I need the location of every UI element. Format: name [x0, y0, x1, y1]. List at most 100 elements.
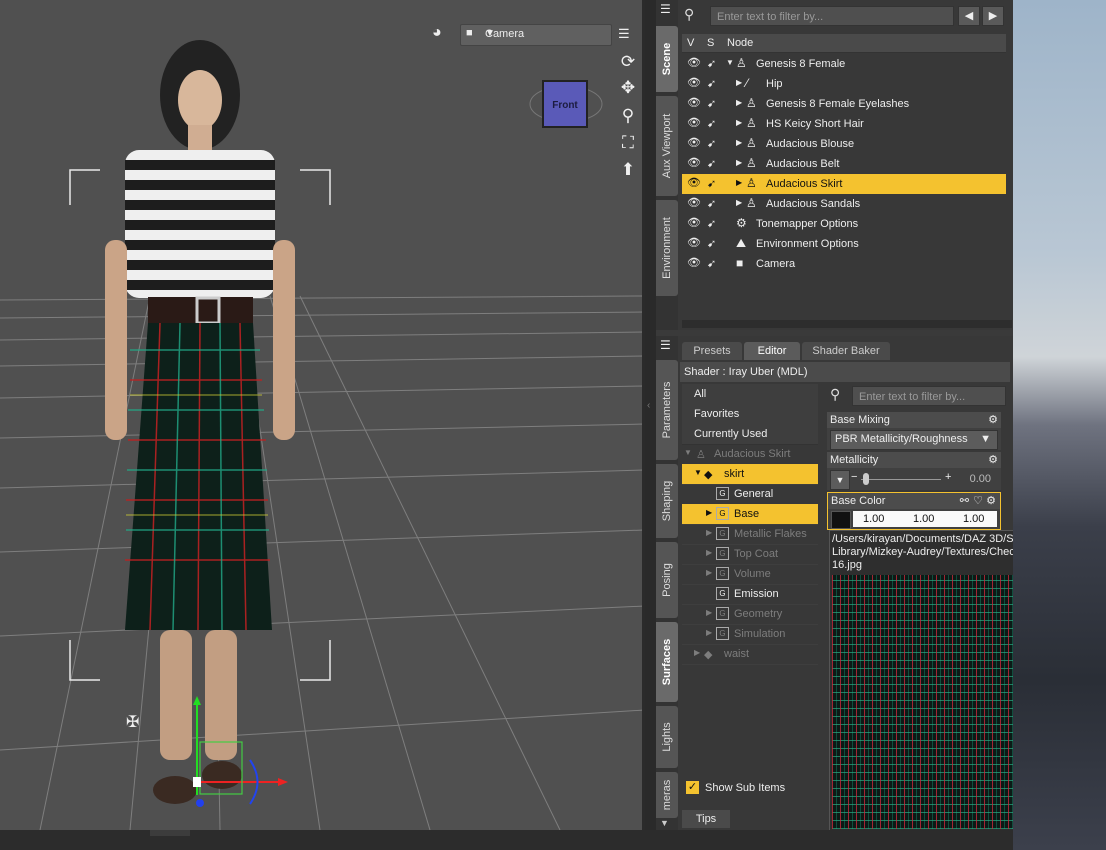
tree-metallic-flakes[interactable]: ▶ G Metallic Flakes: [682, 524, 818, 545]
viewport-menu-icon[interactable]: ☰: [618, 26, 638, 42]
collapse-handle[interactable]: ‹: [647, 400, 650, 411]
scene-filter-input[interactable]: Enter text to filter by...: [710, 6, 954, 26]
scene-node-belt[interactable]: 👁 ➹ ▶ ♙ Audacious Belt: [682, 154, 1006, 174]
view-cube[interactable]: Front: [528, 70, 604, 136]
gear-icon[interactable]: ⚙: [986, 493, 996, 509]
camera-selector[interactable]: ■ Camera ▼: [460, 24, 612, 46]
pan-icon[interactable]: ✥: [616, 76, 640, 100]
scroll-down-icon[interactable]: ▼: [660, 818, 669, 828]
blue-value[interactable]: 1.00: [963, 513, 984, 525]
tree-simulation[interactable]: ▶ G Simulation: [682, 624, 818, 645]
group-currently-used[interactable]: Currently Used: [682, 424, 818, 445]
frame-icon[interactable]: ⛶: [616, 131, 640, 155]
checkbox-checked-icon[interactable]: ✓: [686, 781, 699, 794]
texture-map-thumbnail[interactable]: [831, 511, 851, 529]
show-sub-items[interactable]: ✓ Show Sub Items: [686, 780, 816, 798]
tree-base[interactable]: ▶ G Base: [682, 504, 818, 525]
metallicity-slider[interactable]: − +: [851, 471, 951, 486]
eye-icon[interactable]: 👁: [687, 76, 701, 89]
splitter-handle[interactable]: [150, 830, 190, 836]
tree-volume[interactable]: ▶ G Volume: [682, 564, 818, 585]
scene-node-sandals[interactable]: 👁 ➹ ▶ ♙ Audacious Sandals: [682, 194, 1006, 214]
figure-pose-icon[interactable]: ✠: [126, 712, 139, 732]
tree-waist[interactable]: ▶ ◆ waist: [682, 644, 818, 665]
scene-node-genesis-8-female[interactable]: 👁 ➹ ▼ ♙ Genesis 8 Female: [682, 54, 1006, 74]
gear-icon[interactable]: ⚙: [988, 452, 998, 468]
selectable-icon[interactable]: ➹: [707, 97, 716, 110]
eye-icon[interactable]: 👁: [687, 136, 701, 149]
link-icon[interactable]: ⚯: [960, 493, 969, 509]
tab-cameras[interactable]: meras: [656, 772, 678, 818]
tab-presets[interactable]: Presets: [682, 342, 742, 360]
pane-menu-icon[interactable]: ☰: [660, 2, 671, 16]
eye-icon[interactable]: 👁: [687, 236, 701, 249]
expand-icon[interactable]: ▶: [736, 158, 742, 167]
metallicity-value[interactable]: 0.00: [970, 473, 991, 485]
selectable-icon[interactable]: ➹: [707, 237, 716, 250]
draw-style-icon[interactable]: ◕: [432, 24, 456, 46]
aim-icon[interactable]: ⬆: [616, 158, 640, 182]
tab-environment[interactable]: Environment: [656, 200, 678, 296]
selectable-icon[interactable]: ➹: [707, 197, 716, 210]
zoom-icon[interactable]: ⚲: [616, 104, 640, 128]
scene-node-eyelashes[interactable]: 👁 ➹ ▶ ♙ Genesis 8 Female Eyelashes: [682, 94, 1006, 114]
next-arrow-icon[interactable]: ▶: [982, 6, 1004, 26]
tree-audacious-skirt[interactable]: ▼ ♙ Audacious Skirt: [682, 444, 818, 465]
tab-editor[interactable]: Editor: [744, 342, 800, 360]
tab-posing[interactable]: Posing: [656, 542, 678, 618]
favorite-icon[interactable]: ♡: [973, 493, 983, 509]
color-rgb-field[interactable]: 1.00 1.00 1.00: [853, 511, 997, 527]
panel-divider[interactable]: ‹: [645, 0, 656, 830]
scene-node-skirt[interactable]: 👁 ➹ ▶ ♙ Audacious Skirt: [682, 174, 1006, 194]
3d-viewport[interactable]: ◕ ■ Camera ▼ ☰ Front ⟳ ✥ ⚲ ⛶ ⬆ ✠: [0, 0, 645, 830]
tips-tab[interactable]: Tips: [682, 810, 730, 828]
tab-lights[interactable]: Lights: [656, 706, 678, 768]
tree-geometry[interactable]: ▶ G Geometry: [682, 604, 818, 625]
col-visible[interactable]: V: [687, 37, 694, 49]
tab-aux-viewport[interactable]: Aux Viewport: [656, 96, 678, 196]
selectable-icon[interactable]: ➹: [707, 217, 716, 230]
tree-general[interactable]: G General: [682, 484, 818, 505]
selectable-icon[interactable]: ➹: [707, 157, 716, 170]
scene-node-hair[interactable]: 👁 ➹ ▶ ♙ HS Keicy Short Hair: [682, 114, 1006, 134]
expand-icon[interactable]: ▶: [736, 78, 742, 87]
tab-scene[interactable]: Scene: [656, 26, 678, 92]
eye-icon[interactable]: 👁: [687, 196, 701, 209]
group-favorites[interactable]: Favorites: [682, 404, 818, 425]
base-mixing-dropdown[interactable]: PBR Metallicity/Roughness ▼: [830, 430, 998, 450]
pane-menu-icon[interactable]: ☰: [660, 338, 671, 352]
gear-icon[interactable]: ⚙: [988, 412, 998, 428]
tree-top-coat[interactable]: ▶ G Top Coat: [682, 544, 818, 565]
eye-icon[interactable]: 👁: [687, 176, 701, 189]
eye-icon[interactable]: 👁: [687, 156, 701, 169]
tree-skirt[interactable]: ▼ ◆ skirt: [682, 464, 818, 485]
expand-icon[interactable]: ▶: [736, 178, 742, 187]
selectable-icon[interactable]: ➹: [707, 257, 716, 270]
expand-icon[interactable]: ▶: [736, 98, 742, 107]
tab-parameters[interactable]: Parameters: [656, 360, 678, 460]
eye-icon[interactable]: 👁: [687, 116, 701, 129]
expand-icon[interactable]: ▼: [726, 58, 734, 67]
scene-node-camera[interactable]: 👁 ➹ ■ Camera: [682, 254, 1006, 274]
eye-icon[interactable]: 👁: [687, 256, 701, 269]
scene-node-blouse[interactable]: 👁 ➹ ▶ ♙ Audacious Blouse: [682, 134, 1006, 154]
minus-icon[interactable]: −: [851, 471, 857, 483]
selectable-icon[interactable]: ➹: [707, 177, 716, 190]
plus-icon[interactable]: +: [945, 471, 951, 483]
red-value[interactable]: 1.00: [863, 513, 884, 525]
selectable-icon[interactable]: ➹: [707, 57, 716, 70]
selectable-icon[interactable]: ➹: [707, 137, 716, 150]
slider-handle[interactable]: [863, 473, 869, 485]
scene-node-hip[interactable]: 👁 ➹ ▶ ⁄ Hip: [682, 74, 1006, 94]
scene-node-tonemapper[interactable]: 👁 ➹ ⚙ Tonemapper Options: [682, 214, 1006, 234]
selectable-icon[interactable]: ➹: [707, 77, 716, 90]
tree-emission[interactable]: G Emission: [682, 584, 818, 605]
green-value[interactable]: 1.00: [913, 513, 934, 525]
col-selectable[interactable]: S: [707, 37, 714, 49]
property-filter-input[interactable]: Enter text to filter by...: [852, 386, 1006, 406]
prev-arrow-icon[interactable]: ◀: [958, 6, 980, 26]
eye-icon[interactable]: 👁: [687, 96, 701, 109]
eye-icon[interactable]: 👁: [687, 56, 701, 69]
expand-icon[interactable]: ▶: [736, 138, 742, 147]
expand-slider-icon[interactable]: ▼: [830, 470, 850, 490]
